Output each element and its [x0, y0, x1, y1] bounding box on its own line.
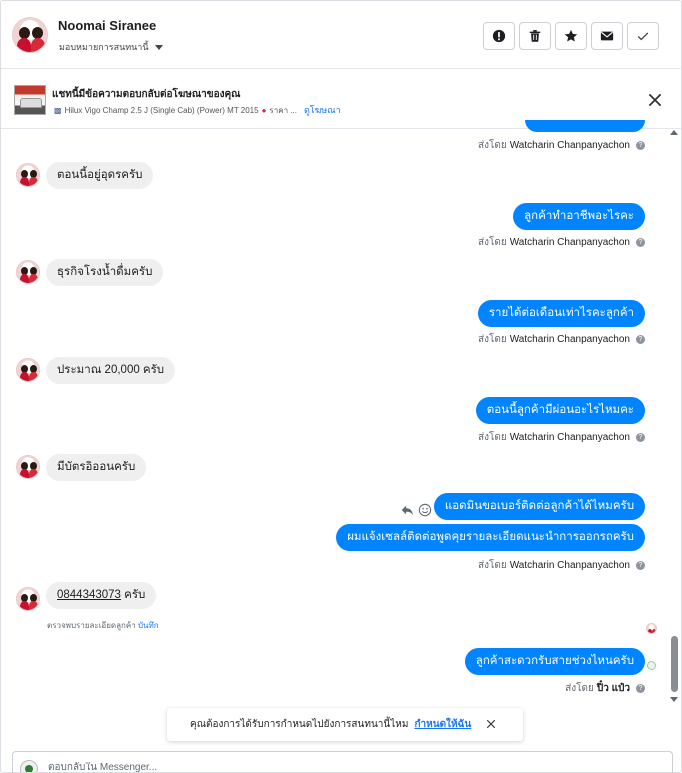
mark-done-button[interactable]	[627, 22, 659, 50]
messenger-window: Noomai Siranee มอบหมายการสนทนานี้ แชทนี้…	[0, 0, 682, 773]
sent-by-meta: ส่งโดย Watcharin Chanpanyachon ?	[478, 332, 645, 347]
help-icon[interactable]: ?	[636, 433, 645, 442]
close-icon[interactable]	[646, 91, 664, 109]
message-bubble-in[interactable]: ประมาณ 20,000 ครับ	[46, 357, 176, 384]
message-bubble-out[interactable]: ตอนนี้ลูกค้ามีผ่อนอะไรไหมคะ	[475, 397, 645, 424]
sent-by-meta: ส่งโดย Watcharin Chanpanyachon ?	[478, 138, 645, 153]
message-bubble-out[interactable]: รายได้ต่อเดือนเท่าไรคะลูกค้า	[477, 300, 645, 327]
read-receipt-avatar	[646, 623, 657, 634]
message-bubble-in[interactable]: ตอนนี้อยู่อุดรครับ	[46, 162, 154, 189]
scrollbar-thumb[interactable]	[671, 636, 678, 692]
avatar[interactable]	[12, 17, 48, 53]
assign-prompt-toast: คุณต้องการได้รับการกำหนดไปยังการสนทนานี้…	[167, 708, 523, 741]
star-button[interactable]	[555, 22, 587, 50]
customer-detail-note: ตรวจพบรายละเอียดลูกค้า บันทึก	[47, 621, 159, 630]
view-ad-link[interactable]: ดูโฆษณา	[304, 103, 341, 117]
ad-title: แชทนี้มีข้อความตอบกลับต่อโฆษณาของคุณ	[52, 89, 241, 100]
sent-by-meta: ส่งโดย Watcharin Chanpanyachon ?	[478, 235, 645, 250]
help-icon[interactable]: ?	[636, 335, 645, 344]
mark-important-button[interactable]	[483, 22, 515, 50]
avatar[interactable]	[16, 587, 40, 611]
assign-conversation-dropdown[interactable]: มอบหมายการสนทนานี้	[59, 40, 163, 54]
message-bubble-out[interactable]: แอดมินขอเบอร์ติดต่อลูกค้าได้ไหมครับ	[433, 493, 645, 520]
star-icon	[564, 29, 578, 42]
reply-input[interactable]	[48, 762, 648, 772]
message-bubble-out[interactable]: ลูกค้าทำอาชีพอะไรคะ	[513, 203, 645, 230]
trash-icon	[529, 30, 541, 42]
message-thread[interactable]: ส่งโดย Watcharin Chanpanyachon ? ตอนนี้อ…	[1, 120, 681, 700]
car-icon: ▩	[54, 105, 62, 115]
assign-to-me-link[interactable]: กำหนดให้ฉัน	[414, 717, 471, 732]
help-icon[interactable]: ?	[636, 684, 645, 693]
avatar[interactable]	[16, 358, 40, 382]
message-bubble-out[interactable]: ผมแจ้งเซลล์ติดต่อพูดคุยรายละเอียดแนะนำกา…	[336, 524, 645, 551]
sent-by-meta: ส่งโดย Watcharin Chanpanyachon ?	[478, 430, 645, 445]
reply-composer	[12, 751, 673, 772]
message-bubble-in[interactable]: มีบัตรอิออนครับ	[46, 454, 147, 481]
contact-name[interactable]: Noomai Siranee	[58, 18, 156, 33]
sent-by-meta: ส่งโดย ปิ๋ว แป๋ว ?	[565, 681, 645, 696]
caret-down-icon	[154, 44, 163, 50]
ad-thumbnail	[14, 85, 46, 115]
help-icon[interactable]: ?	[636, 561, 645, 570]
help-icon[interactable]: ?	[636, 238, 645, 247]
conversation-header: Noomai Siranee มอบหมายการสนทนานี้	[1, 1, 681, 69]
avatar[interactable]	[16, 455, 40, 479]
mark-unread-button[interactable]	[591, 22, 623, 50]
assign-prompt-text: คุณต้องการได้รับการกำหนดไปยังการสนทนานี้…	[190, 719, 409, 730]
avatar[interactable]	[16, 260, 40, 284]
delivered-icon	[647, 661, 656, 670]
avatar[interactable]	[16, 163, 40, 187]
mail-icon	[600, 31, 614, 41]
emoji-icon[interactable]	[418, 503, 432, 517]
message-bubble-out	[525, 120, 645, 132]
ad-price-fragment: ราคา ...	[269, 105, 297, 115]
assign-label: มอบหมายการสนทนานี้	[59, 42, 149, 52]
scroll-down-arrow[interactable]	[670, 697, 678, 702]
scroll-up-arrow[interactable]	[670, 130, 678, 135]
save-detail-link[interactable]: บันทึก	[138, 621, 159, 630]
reply-icon[interactable]	[400, 503, 414, 517]
close-icon[interactable]	[485, 718, 497, 730]
ad-subtitle: Hilux Vigo Champ 2.5 J (Single Cab) (Pow…	[64, 105, 259, 115]
pin-icon: ●	[261, 105, 267, 115]
ad-subtitle-row: ▩ Hilux Vigo Champ 2.5 J (Single Cab) (P…	[54, 103, 341, 117]
thread-scrollbar[interactable]	[669, 130, 681, 710]
page-avatar-icon	[20, 760, 38, 772]
message-actions	[400, 503, 432, 517]
sent-by-meta: ส่งโดย Watcharin Chanpanyachon ?	[478, 558, 645, 573]
check-icon	[637, 32, 649, 41]
delete-button[interactable]	[519, 22, 551, 50]
message-bubble-out[interactable]: ลูกค้าสะดวกรับสายช่วงไหนครับ	[464, 648, 645, 675]
phone-number-link[interactable]: 0844343073	[57, 589, 121, 601]
message-bubble-in[interactable]: 0844343073 ครับ	[46, 582, 157, 609]
help-icon[interactable]: ?	[636, 141, 645, 150]
message-bubble-in[interactable]: ธุรกิจโรงน้ำดื่มครับ	[46, 259, 164, 286]
important-icon	[492, 29, 506, 43]
